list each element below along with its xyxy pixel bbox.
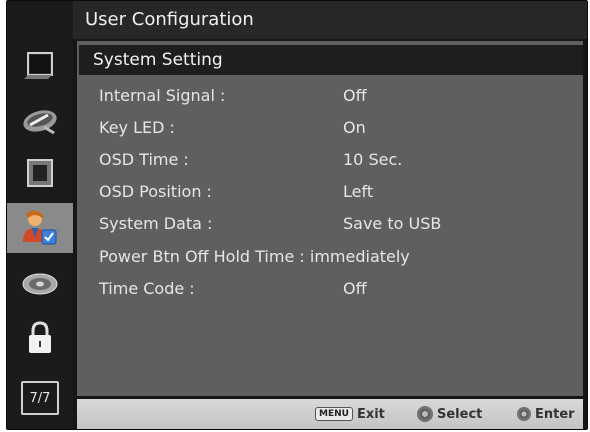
setting-label: Internal Signal : — [99, 86, 226, 105]
sidebar-item-display[interactable] — [7, 148, 73, 198]
enter-label: Enter — [535, 406, 575, 422]
satellite-dish-icon — [23, 110, 57, 135]
enter-hint[interactable]: Enter — [517, 399, 575, 429]
sidebar-item-page: 7/7 — [7, 373, 73, 423]
setting-label: System Data : — [99, 214, 213, 233]
setting-row-time-code[interactable]: Time Code : Off — [77, 276, 583, 302]
disc-icon — [22, 273, 58, 295]
setting-label: OSD Position : — [99, 182, 212, 201]
page-indicator-icon: 7/7 — [21, 381, 59, 415]
osd-window: 7/7 User Configuration System Setting In… — [6, 0, 588, 430]
setting-value: 10 Sec. — [343, 150, 403, 169]
select-label: Select — [437, 406, 483, 422]
setting-value: immediately — [309, 247, 410, 266]
page-indicator-label: 7/7 — [29, 390, 51, 406]
user-config-icon — [23, 210, 57, 245]
setting-label: OSD Time : — [99, 150, 189, 169]
settings-panel: System Setting Internal Signal : Off Key… — [77, 41, 583, 396]
setting-value: On — [343, 118, 366, 137]
page-title: User Configuration — [73, 1, 587, 39]
setting-row-system-data[interactable]: System Data : Save to USB — [77, 211, 583, 237]
setting-value: Save to USB — [343, 214, 442, 233]
setting-row-internal-signal[interactable]: Internal Signal : Off — [77, 83, 583, 109]
setting-label: Key LED : — [99, 118, 175, 137]
jog-press-icon — [517, 407, 531, 421]
setting-value: Left — [343, 182, 374, 201]
sidebar-item-lock[interactable] — [7, 313, 73, 363]
exit-label: Exit — [356, 406, 385, 422]
setting-row-power-btn-off-hold-time[interactable]: Power Btn Off Hold Time : immediately — [77, 244, 583, 270]
sidebar-item-input[interactable] — [7, 95, 73, 145]
setting-row-osd-time[interactable]: OSD Time : 10 Sec. — [77, 147, 583, 173]
setting-label: Power Btn Off Hold Time : immediately — [99, 244, 410, 270]
setting-value: Off — [343, 86, 367, 105]
lock-icon — [29, 321, 51, 353]
sidebar-item-picture[interactable] — [7, 41, 73, 91]
menu-key-icon: MENU — [315, 407, 353, 421]
setting-row-osd-position[interactable]: OSD Position : Left — [77, 179, 583, 205]
sidebar-item-setup[interactable] — [7, 259, 73, 309]
setting-label-text: Power Btn Off Hold Time : — [99, 247, 305, 266]
footer-hints: MENU Exit Select Enter — [77, 399, 583, 429]
jog-dial-icon — [417, 406, 433, 422]
setting-value: Off — [343, 279, 367, 298]
picture-frame-icon — [27, 159, 53, 187]
sidebar: 7/7 — [7, 1, 73, 429]
setting-row-key-led[interactable]: Key LED : On — [77, 115, 583, 141]
section-title: System Setting — [79, 45, 583, 75]
exit-hint[interactable]: MENU Exit — [315, 399, 385, 429]
monitor-icon — [24, 52, 53, 79]
select-hint[interactable]: Select — [417, 399, 482, 429]
sidebar-item-user-config[interactable] — [7, 203, 73, 253]
setting-label: Time Code : — [99, 279, 195, 298]
